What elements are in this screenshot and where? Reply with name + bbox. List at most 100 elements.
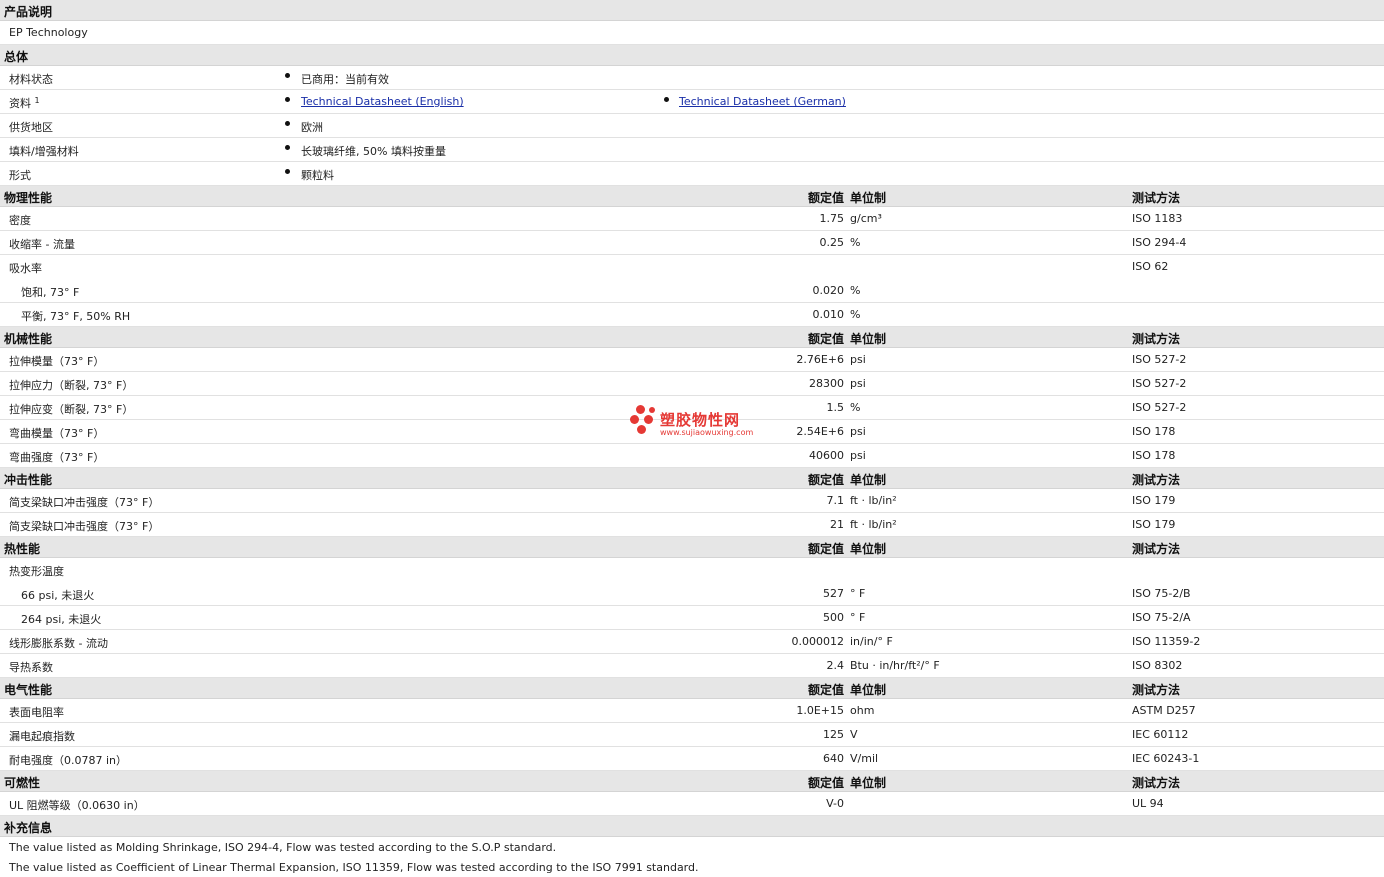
bullet-icon	[285, 121, 290, 126]
section-product-header: 产品说明	[0, 0, 1384, 21]
row-label: 线形膨胀系数 - 流动	[9, 637, 108, 650]
section-title: 热性能	[4, 542, 41, 556]
row-label: 66 psi, 未退火	[21, 589, 95, 602]
row-label: UL 阻燃等级（0.0630 in）	[9, 799, 145, 812]
row-unit: V	[850, 728, 858, 741]
general-row-form: 形式 颗粒料	[0, 162, 1384, 186]
row-test: ISO 1183	[1132, 212, 1183, 225]
datasheet: 产品说明 EP Technology 总体 材料状态 已商用：当前有效 资料 1…	[0, 0, 1384, 877]
section-supplement-header: 补充信息	[0, 816, 1384, 837]
row-value: 7.1	[826, 494, 845, 507]
row-value: 2.4	[826, 659, 845, 672]
table-row: 弯曲强度（73° F） 40600 psi ISO 178	[0, 444, 1384, 468]
row-test: ISO 178	[1132, 449, 1176, 462]
row-label: 表面电阻率	[9, 706, 64, 719]
section-impact-header: 冲击性能 额定值 单位制 测试方法	[0, 468, 1384, 489]
row-value: 1.75	[819, 212, 845, 225]
table-row: 漏电起痕指数 125 V IEC 60112	[0, 723, 1384, 747]
row-value: 2.54E+6	[796, 425, 844, 438]
footnote-marker: 1	[34, 96, 40, 105]
header-test: 测试方法	[1132, 473, 1181, 487]
table-row: 导热系数 2.4 Btu · in/hr/ft²/° F ISO 8302	[0, 654, 1384, 678]
section-title: 机械性能	[4, 332, 53, 346]
row-value: 颗粒料	[301, 169, 334, 182]
row-value: 已商用：当前有效	[301, 73, 389, 86]
bullet-icon	[285, 73, 290, 78]
row-label: 收缩率 - 流量	[9, 238, 75, 251]
section-title: 产品说明	[4, 5, 53, 19]
header-value: 额定值	[807, 191, 844, 205]
row-label: 耐电强度（0.0787 in）	[9, 754, 128, 767]
row-value: 28300	[809, 377, 844, 390]
header-test: 测试方法	[1132, 332, 1181, 346]
table-row: UL 阻燃等级（0.0630 in） V-0 UL 94	[0, 792, 1384, 816]
section-mechanical-header: 机械性能 额定值 单位制 测试方法	[0, 327, 1384, 348]
row-value: 21	[830, 518, 844, 531]
row-value: 500	[823, 611, 844, 624]
section-physical-header: 物理性能 额定值 单位制 测试方法	[0, 186, 1384, 207]
note-text: The value listed as Coefficient of Linea…	[9, 861, 699, 874]
row-unit: ° F	[850, 611, 866, 624]
watermark-logo: 塑胶物性网 www.sujiaowuxing.com	[630, 405, 770, 439]
row-value: 40600	[809, 449, 844, 462]
table-row: 表面电阻率 1.0E+15 ohm ASTM D257	[0, 699, 1384, 723]
logo-dot-icon	[644, 415, 653, 424]
header-unit: 单位制	[850, 683, 887, 697]
header-test: 测试方法	[1132, 542, 1181, 556]
row-value: 长玻璃纤维, 50% 填料按重量	[301, 145, 446, 158]
row-test: ISO 527-2	[1132, 401, 1187, 414]
table-row: 拉伸应力（断裂, 73° F） 28300 psi ISO 527-2	[0, 372, 1384, 396]
row-value: 527	[823, 587, 844, 600]
row-test: ISO 11359-2	[1132, 635, 1201, 648]
row-label: 饱和, 73° F	[21, 286, 80, 299]
section-title: 物理性能	[4, 191, 53, 205]
row-test: UL 94	[1132, 797, 1164, 810]
section-thermal-header: 热性能 额定值 单位制 测试方法	[0, 537, 1384, 558]
section-general-header: 总体	[0, 45, 1384, 66]
header-test: 测试方法	[1132, 683, 1181, 697]
row-test: ISO 8302	[1132, 659, 1183, 672]
datasheet-link-german[interactable]: Technical Datasheet (German)	[679, 95, 846, 108]
product-description-row: EP Technology	[0, 21, 1384, 45]
header-unit: 单位制	[850, 191, 887, 205]
section-title: 冲击性能	[4, 473, 53, 487]
logo-dot-icon	[649, 407, 655, 413]
row-unit: in/in/° F	[850, 635, 893, 648]
row-test: ISO 294-4	[1132, 236, 1187, 249]
row-unit: ft · lb/in²	[850, 494, 897, 507]
header-unit: 单位制	[850, 473, 887, 487]
table-row: 平衡, 73° F, 50% RH 0.010 %	[0, 303, 1384, 327]
table-row: 饱和, 73° F 0.020 %	[0, 279, 1384, 303]
row-label: 材料状态	[9, 73, 53, 86]
bullet-icon	[285, 145, 290, 150]
section-title: 总体	[4, 50, 29, 64]
row-label: 平衡, 73° F, 50% RH	[21, 310, 131, 323]
bullet-icon	[664, 97, 669, 102]
header-value: 额定值	[807, 332, 844, 346]
logo-dot-icon	[637, 425, 646, 434]
row-value: 0.000012	[791, 635, 845, 648]
row-label: 漏电起痕指数	[9, 730, 75, 743]
table-row: 耐电强度（0.0787 in） 640 V/mil IEC 60243-1	[0, 747, 1384, 771]
header-value: 额定值	[807, 542, 844, 556]
row-value: 0.25	[819, 236, 845, 249]
row-unit: %	[850, 308, 861, 321]
row-test: ISO 75-2/A	[1132, 611, 1191, 624]
row-value: 1.0E+15	[796, 704, 844, 717]
product-description: EP Technology	[9, 26, 88, 39]
row-label: 弯曲强度（73° F）	[9, 451, 105, 464]
row-unit: V/mil	[850, 752, 879, 765]
header-unit: 单位制	[850, 776, 887, 790]
table-row: 收缩率 - 流量 0.25 % ISO 294-4	[0, 231, 1384, 255]
row-label: 264 psi, 未退火	[21, 613, 102, 626]
note-text: The value listed as Molding Shrinkage, I…	[9, 841, 557, 854]
row-unit: ohm	[850, 704, 875, 717]
bullet-icon	[285, 169, 290, 174]
row-test: IEC 60243-1	[1132, 752, 1200, 765]
table-row: 密度 1.75 g/cm³ ISO 1183	[0, 207, 1384, 231]
row-test: ASTM D257	[1132, 704, 1196, 717]
row-label: 简支梁缺口冲击强度（73° F）	[9, 520, 160, 533]
row-value: 欧洲	[301, 121, 323, 134]
datasheet-link-english[interactable]: Technical Datasheet (English)	[301, 95, 464, 108]
logo-dot-icon	[636, 405, 645, 414]
